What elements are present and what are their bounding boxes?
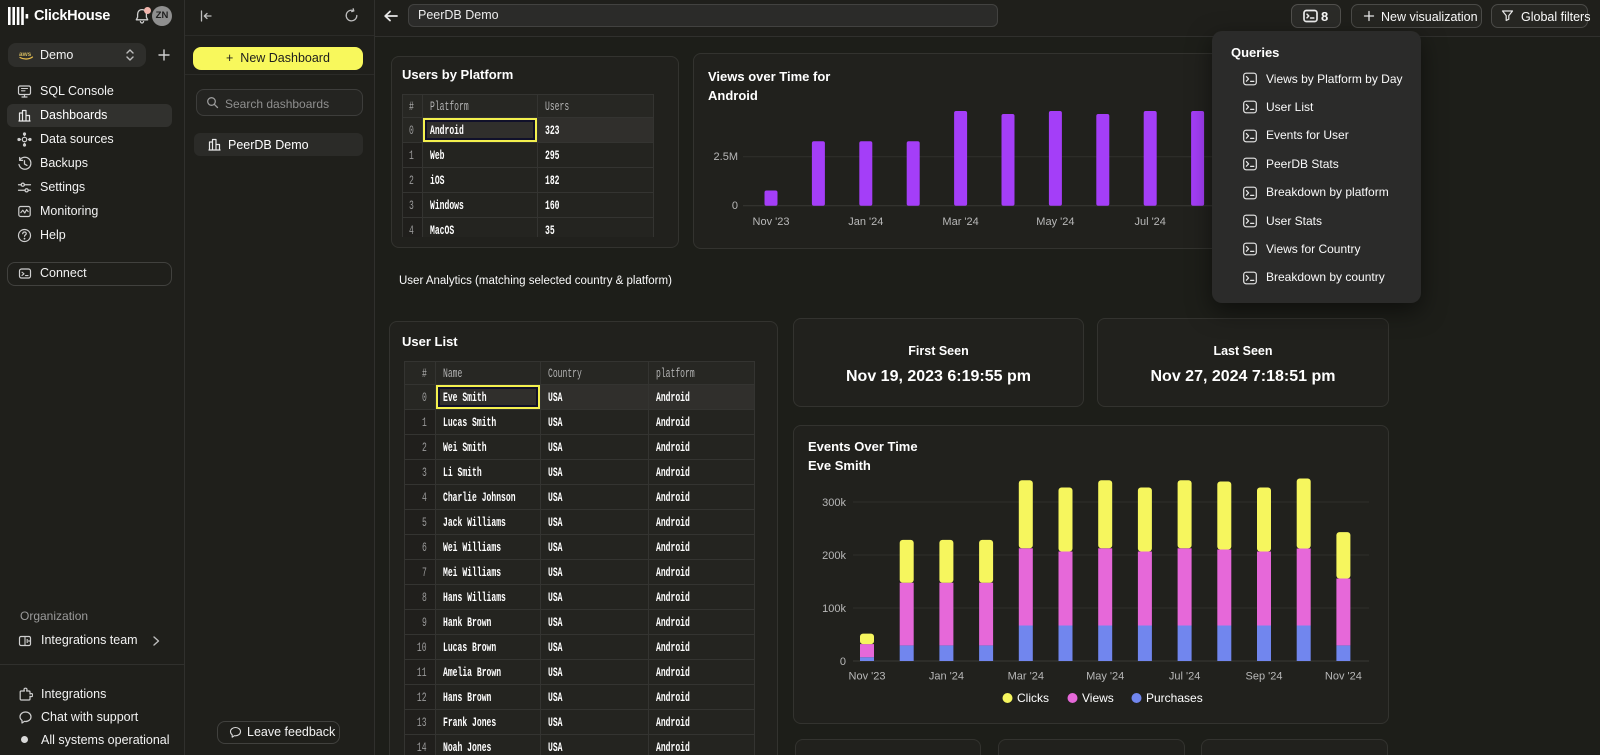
svg-text:Nov '23: Nov '23 xyxy=(753,216,790,228)
svg-text:0: 0 xyxy=(732,200,738,212)
svg-text:Jul '24: Jul '24 xyxy=(1169,671,1200,683)
svg-text:2.5M: 2.5M xyxy=(714,151,738,163)
svg-text:Nov '24: Nov '24 xyxy=(1325,671,1362,683)
svg-text:300k: 300k xyxy=(822,497,846,509)
svg-text:May '24: May '24 xyxy=(1036,216,1074,228)
svg-text:Jan '24: Jan '24 xyxy=(929,671,964,683)
svg-text:Sep '24: Sep '24 xyxy=(1246,671,1283,683)
svg-text:Mar '24: Mar '24 xyxy=(942,216,978,228)
svg-text:Clicks: Clicks xyxy=(1017,691,1049,705)
svg-text:Purchases: Purchases xyxy=(1146,691,1203,705)
svg-text:aws: aws xyxy=(19,51,32,58)
svg-text:0: 0 xyxy=(840,656,846,668)
svg-text:Jan '24: Jan '24 xyxy=(848,216,883,228)
svg-text:Jul '24: Jul '24 xyxy=(1134,216,1165,228)
svg-text:May '24: May '24 xyxy=(1086,671,1124,683)
svg-text:Views: Views xyxy=(1082,691,1114,705)
svg-text:Nov '23: Nov '23 xyxy=(849,671,886,683)
svg-text:200k: 200k xyxy=(822,550,846,562)
svg-text:Mar '24: Mar '24 xyxy=(1008,671,1044,683)
svg-text:100k: 100k xyxy=(822,603,846,615)
